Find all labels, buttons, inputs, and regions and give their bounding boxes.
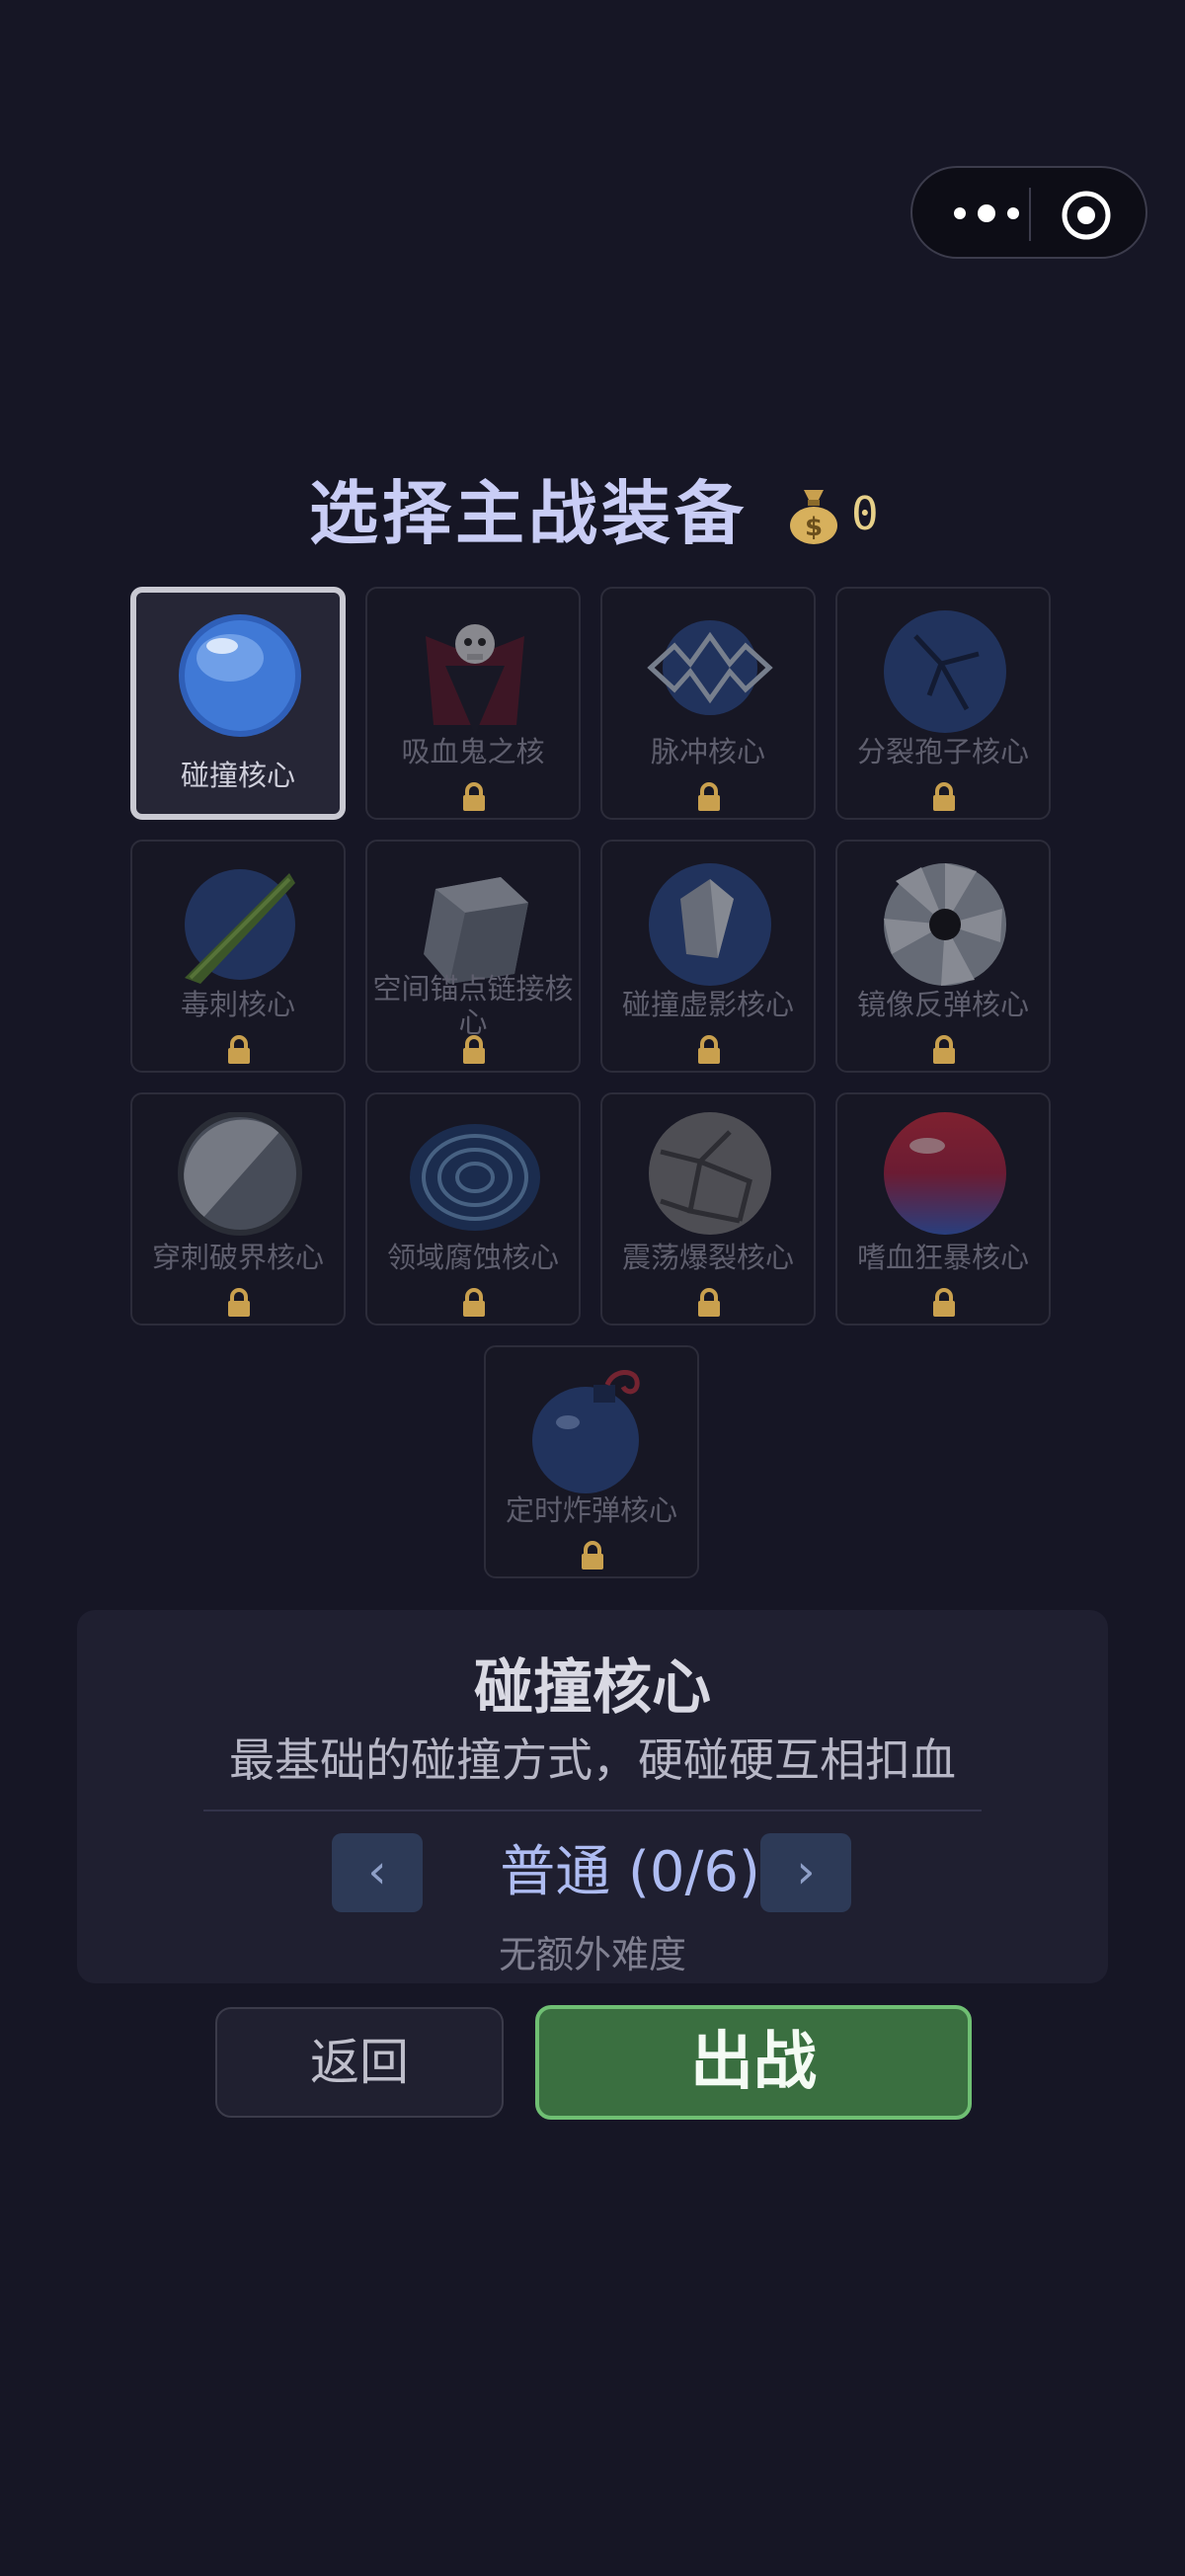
difficulty-note: 无额外难度	[498, 1933, 686, 1976]
phantom-orb-icon	[649, 863, 771, 986]
card-time-bomb-core[interactable]: 定时炸弹核心	[484, 1345, 699, 1578]
card-label: 脉冲核心	[650, 735, 765, 768]
lock-icon	[933, 1035, 955, 1064]
lock-icon	[463, 1288, 485, 1317]
close-miniprogram-icon[interactable]	[1061, 190, 1112, 241]
lock-icon	[228, 1035, 250, 1064]
vampire-skull-icon	[426, 624, 524, 735]
chevron-left-icon: ‹	[367, 1844, 387, 1899]
miniprogram-capsule	[910, 166, 1147, 259]
difficulty-prev-button[interactable]: ‹	[332, 1833, 423, 1912]
lock-icon	[933, 782, 955, 811]
card-shock-burst-core[interactable]: 震荡爆裂核心	[600, 1092, 816, 1326]
difficulty-next-button[interactable]: ›	[760, 1833, 851, 1912]
card-space-anchor-core[interactable]: 空间锚点链接核心	[365, 840, 581, 1073]
venom-leaf-orb-icon	[185, 869, 295, 984]
card-bloodthirst-rage-core[interactable]: 嗜血狂暴核心	[835, 1092, 1051, 1326]
lock-icon	[463, 1035, 485, 1064]
cracked-orb-icon	[884, 610, 1006, 733]
card-label: 震荡爆裂核心	[621, 1241, 794, 1274]
card-label: 镜像反弹核心	[856, 988, 1029, 1021]
lock-icon	[698, 1288, 720, 1317]
card-label: 定时炸弹核心	[505, 1493, 677, 1527]
card-venom-spike-core[interactable]: 毒刺核心	[130, 840, 346, 1073]
card-label: 碰撞虚影核心	[621, 988, 794, 1021]
header: 选择主战装备 $ 0	[0, 464, 1185, 563]
bomb-icon	[532, 1370, 640, 1493]
card-mirror-rebound-core[interactable]: 镜像反弹核心	[835, 840, 1051, 1073]
blue-orb-icon	[179, 614, 301, 737]
card-split-spore-core[interactable]: 分裂孢子核心	[835, 587, 1051, 820]
red-blue-orb-icon	[884, 1112, 1006, 1235]
lock-icon	[698, 782, 720, 811]
svg-text:$: $	[805, 513, 823, 542]
back-button[interactable]: 返回	[215, 2007, 504, 2118]
chevron-right-icon: ›	[796, 1844, 816, 1899]
card-label: 穿刺破界核心	[151, 1241, 324, 1274]
lock-icon	[228, 1288, 250, 1317]
card-label: 领域腐蚀核心	[386, 1241, 559, 1274]
card-vampire-core[interactable]: 吸血鬼之核	[365, 587, 581, 820]
capsule-divider	[1029, 188, 1031, 241]
card-collision-core[interactable]: 碰撞核心	[130, 587, 346, 820]
card-pulse-core[interactable]: 脉冲核心	[600, 587, 816, 820]
steel-orb-icon	[178, 1112, 302, 1236]
lock-icon	[582, 1541, 603, 1570]
card-label: 碰撞核心	[180, 759, 295, 792]
card-pierce-breach-core[interactable]: 穿刺破界核心	[130, 1092, 346, 1326]
selected-equipment-name: 碰撞核心	[474, 1653, 711, 1723]
coin-count: 0	[851, 487, 879, 540]
lock-icon	[933, 1288, 955, 1317]
divider	[203, 1810, 982, 1811]
selected-equipment-description: 最基础的碰撞方式，硬碰硬互相扣血	[229, 1733, 956, 1787]
more-icon[interactable]	[942, 194, 1031, 233]
card-domain-corrosion-core[interactable]: 领域腐蚀核心	[365, 1092, 581, 1326]
equipment-info-panel: 碰撞核心 最基础的碰撞方式，硬碰硬互相扣血 ‹ 普通 (0/6) › 无额外难度	[77, 1610, 1108, 1983]
page-title: 选择主战装备	[309, 473, 748, 554]
card-label: 分裂孢子核心	[856, 735, 1029, 768]
start-battle-button[interactable]: 出战	[535, 2005, 972, 2120]
card-label: 毒刺核心	[180, 988, 295, 1021]
pulse-orb-icon	[647, 620, 773, 715]
mirror-orb-icon	[884, 863, 1006, 986]
money-bag-icon: $	[790, 490, 837, 544]
stone-orb-icon	[649, 1112, 771, 1235]
card-collision-phantom-core[interactable]: 碰撞虚影核心	[600, 840, 816, 1073]
card-label: 嗜血狂暴核心	[856, 1241, 1029, 1274]
ripple-disc-icon	[410, 1124, 540, 1231]
card-label: 空间锚点链接核心	[372, 972, 574, 1039]
lock-icon	[698, 1035, 720, 1064]
card-label: 吸血鬼之核	[401, 735, 545, 768]
lock-icon	[463, 782, 485, 811]
